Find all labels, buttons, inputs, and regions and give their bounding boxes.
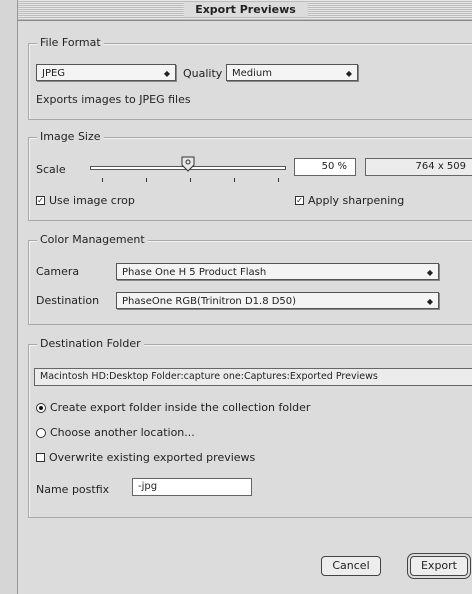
quality-label: Quality — [183, 67, 223, 80]
dimensions-field: 764 x 509 — [365, 158, 472, 176]
dimensions-value: 764 x 509 — [415, 161, 466, 172]
popup-arrow-icon: ◆ — [345, 69, 352, 78]
image-size-group-title: Image Size — [37, 130, 104, 143]
overwrite-checkbox[interactable] — [36, 453, 45, 462]
format-popup-value: JPEG — [42, 68, 66, 79]
quality-popup[interactable]: Medium ◆ — [226, 64, 358, 81]
window-title: Export Previews — [183, 2, 308, 17]
scale-slider-thumb[interactable] — [181, 156, 195, 172]
destination-popup-value: PhaseOne RGB(Trinitron D1.8 D50) — [122, 296, 297, 307]
destination-path-value: Macintosh HD:Desktop Folder:capture one:… — [40, 371, 378, 382]
check-icon: ✓ — [37, 196, 44, 205]
apply-sharpening-checkbox[interactable]: ✓ — [295, 196, 304, 205]
color-management-group: Color Management — [28, 233, 472, 325]
quality-popup-value: Medium — [232, 68, 272, 79]
postfix-label: Name postfix — [36, 483, 110, 496]
camera-label: Camera — [36, 265, 80, 278]
use-crop-checkbox[interactable]: ✓ — [36, 196, 45, 205]
popup-arrow-icon: ◆ — [426, 297, 433, 306]
export-button[interactable]: Export — [410, 556, 468, 576]
cancel-button[interactable]: Cancel — [321, 556, 381, 576]
destination-path-field: Macintosh HD:Desktop Folder:capture one:… — [34, 368, 472, 386]
format-description: Exports images to JPEG files — [36, 93, 191, 106]
format-popup[interactable]: JPEG ◆ — [36, 64, 176, 81]
scale-tick — [234, 178, 235, 182]
postfix-value: -jpg — [138, 481, 158, 492]
destination-folder-group-title: Destination Folder — [37, 337, 144, 350]
inside-collection-label: Create export folder inside the collecti… — [50, 401, 311, 414]
file-format-group: File Format — [28, 36, 472, 120]
camera-popup[interactable]: Phase One H 5 Product Flash ◆ — [116, 263, 439, 280]
file-format-group-title: File Format — [37, 36, 104, 49]
title-bar[interactable]: Export Previews — [18, 0, 472, 21]
postfix-input[interactable]: -jpg — [132, 478, 252, 496]
another-location-label: Choose another location... — [50, 426, 195, 439]
color-management-group-title: Color Management — [37, 233, 148, 246]
check-icon: ✓ — [296, 196, 303, 205]
apply-sharpening-label: Apply sharpening — [308, 194, 405, 207]
scale-tick — [190, 178, 191, 182]
scale-tick — [278, 178, 279, 182]
camera-popup-value: Phase One H 5 Product Flash — [122, 267, 267, 278]
image-size-group: Image Size — [28, 130, 472, 221]
radio-inside-collection[interactable] — [36, 403, 46, 413]
overwrite-label: Overwrite existing exported previews — [49, 451, 256, 464]
destination-popup[interactable]: PhaseOne RGB(Trinitron D1.8 D50) ◆ — [116, 292, 439, 309]
scale-tick — [102, 178, 103, 182]
popup-arrow-icon: ◆ — [426, 268, 433, 277]
scale-label: Scale — [36, 163, 66, 176]
use-crop-label: Use image crop — [49, 194, 135, 207]
scale-tick — [146, 178, 147, 182]
destination-label: Destination — [36, 294, 100, 307]
scale-percent-value: 50 % — [321, 161, 347, 172]
popup-arrow-icon: ◆ — [163, 69, 170, 78]
export-previews-dialog: Export Previews File Format JPEG ◆ Quali… — [17, 0, 472, 594]
radio-another-location[interactable] — [36, 428, 46, 438]
scale-percent-field[interactable]: 50 % — [294, 158, 356, 176]
